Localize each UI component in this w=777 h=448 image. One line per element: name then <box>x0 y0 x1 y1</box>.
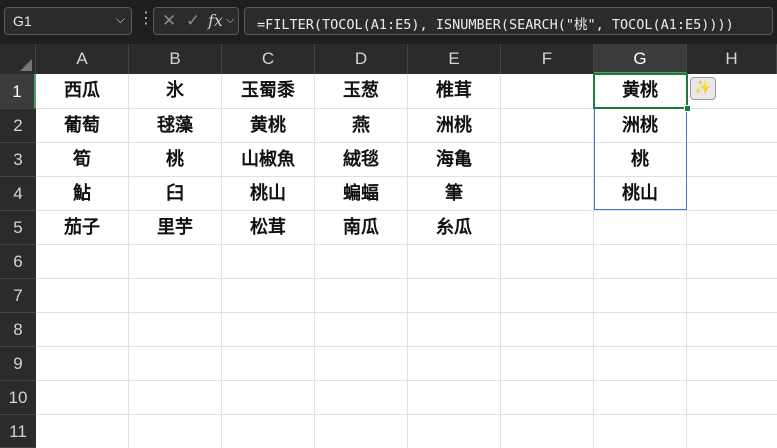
cell-a2[interactable]: 葡萄 <box>36 109 128 142</box>
cell-grid[interactable]: 西瓜 氷 玉蜀黍 玉葱 椎茸 黄桃 葡萄 毬藻 黄桃 燕 洲桃 洲桃 筍 桃 山… <box>36 73 777 448</box>
column-header-e[interactable]: E <box>408 44 501 74</box>
row-header-4[interactable]: 4 <box>0 177 36 211</box>
row-header-11[interactable]: 11 <box>0 415 36 448</box>
column-header-d[interactable]: D <box>315 44 408 74</box>
name-box-value: G1 <box>13 13 32 29</box>
fill-handle[interactable] <box>684 105 691 112</box>
column-header-f[interactable]: F <box>501 44 594 74</box>
row-header-2[interactable]: 2 <box>0 109 36 143</box>
cell-d5[interactable]: 南瓜 <box>315 211 407 244</box>
select-all-button[interactable] <box>0 44 36 74</box>
row-header-9[interactable]: 9 <box>0 347 36 381</box>
cell-b4[interactable]: 臼 <box>129 177 221 210</box>
cell-c4[interactable]: 桃山 <box>222 177 314 210</box>
formula-input[interactable]: =FILTER(TOCOL(A1:E5), ISNUMBER(SEARCH("桃… <box>244 7 773 35</box>
cell-b3[interactable]: 桃 <box>129 143 221 176</box>
row-header-3[interactable]: 3 <box>0 143 36 177</box>
cell-a5[interactable]: 茄子 <box>36 211 128 244</box>
row-header-1[interactable]: 1 <box>0 74 36 109</box>
cell-d3[interactable]: 絨毯 <box>315 143 407 176</box>
chevron-down-icon[interactable]: ⌵ <box>116 12 125 27</box>
row-header-10[interactable]: 10 <box>0 381 36 415</box>
cell-b1[interactable]: 氷 <box>129 74 221 108</box>
column-header-h[interactable]: H <box>687 44 777 74</box>
cell-a1[interactable]: 西瓜 <box>36 74 128 108</box>
row-header-8[interactable]: 8 <box>0 313 36 347</box>
cell-e2[interactable]: 洲桃 <box>408 109 500 142</box>
column-header-b[interactable]: B <box>129 44 222 74</box>
close-icon[interactable]: ✕ <box>162 11 176 31</box>
cell-a4[interactable]: 鮎 <box>36 177 128 210</box>
formula-bar-area: G1 ⌵ ⋮ ✕ ✓ fx ⌵ =FILTER(TOCOL(A1:E5), IS… <box>0 0 777 44</box>
cell-e1[interactable]: 椎茸 <box>408 74 500 108</box>
insert-function-button[interactable]: fx <box>208 11 223 30</box>
cell-e5[interactable]: 糸瓜 <box>408 211 500 244</box>
row-header-5[interactable]: 5 <box>0 211 36 245</box>
cell-d1[interactable]: 玉葱 <box>315 74 407 108</box>
cell-b5[interactable]: 里芋 <box>129 211 221 244</box>
column-header-g[interactable]: G <box>594 44 687 74</box>
cell-c1[interactable]: 玉蜀黍 <box>222 74 314 108</box>
column-header-a[interactable]: A <box>36 44 129 74</box>
cell-d2[interactable]: 燕 <box>315 109 407 142</box>
cell-c3[interactable]: 山椒魚 <box>222 143 314 176</box>
formula-text: =FILTER(TOCOL(A1:E5), ISNUMBER(SEARCH("桃… <box>257 17 734 33</box>
cell-c2[interactable]: 黄桃 <box>222 109 314 142</box>
row-header-7[interactable]: 7 <box>0 279 36 313</box>
column-header-c[interactable]: C <box>222 44 315 74</box>
cell-b2[interactable]: 毬藻 <box>129 109 221 142</box>
active-cell-border <box>593 73 688 109</box>
name-box[interactable]: G1 ⌵ <box>4 7 132 35</box>
chevron-down-icon[interactable]: ⌵ <box>226 13 234 27</box>
check-icon[interactable]: ✓ <box>186 11 200 31</box>
cell-a3[interactable]: 筍 <box>36 143 128 176</box>
cell-e3[interactable]: 海亀 <box>408 143 500 176</box>
row-header-6[interactable]: 6 <box>0 245 36 279</box>
sparkle-icon[interactable]: ✨ <box>690 77 716 100</box>
cell-c5[interactable]: 松茸 <box>222 211 314 244</box>
more-options-icon[interactable]: ⋮ <box>138 10 154 26</box>
cell-d4[interactable]: 蝙蝠 <box>315 177 407 210</box>
formula-buttons: ✕ ✓ fx ⌵ <box>153 7 239 35</box>
cell-e4[interactable]: 筆 <box>408 177 500 210</box>
